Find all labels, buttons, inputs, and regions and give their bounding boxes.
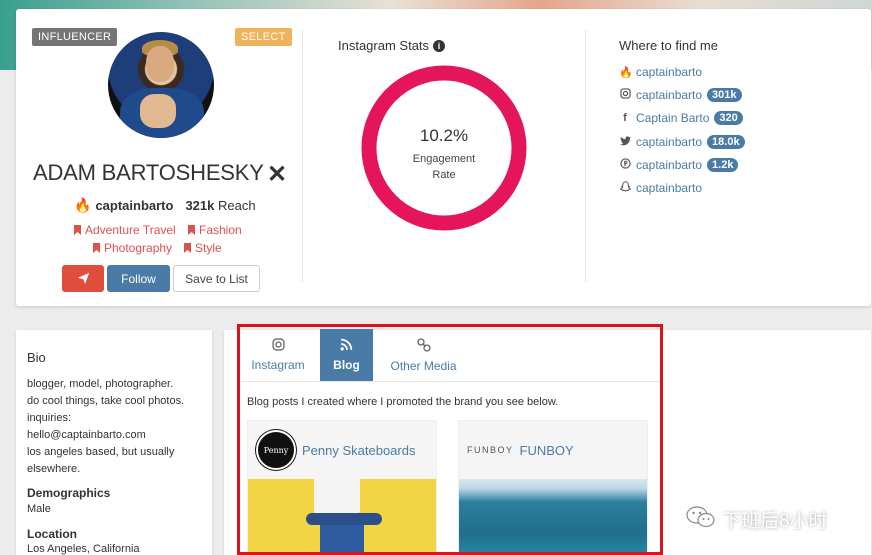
demographics-value: Male bbox=[27, 503, 51, 515]
watermark: 下班后8小时 bbox=[686, 505, 828, 534]
social-link-facebook[interactable]: f Captain Barto 320 bbox=[619, 111, 743, 125]
reach-value: 321k bbox=[185, 198, 215, 213]
bookmark-icon bbox=[93, 243, 100, 253]
divider bbox=[302, 30, 303, 282]
tag-fashion[interactable]: Fashion bbox=[188, 223, 242, 237]
wechat-icon bbox=[686, 505, 716, 534]
handle-reach-row: 🔥 captainbarto 321k Reach bbox=[74, 197, 256, 214]
divider bbox=[585, 30, 586, 282]
social-link-snapchat[interactable]: captainbarto bbox=[619, 181, 702, 195]
social-link-twitter[interactable]: captainbarto 18.0k bbox=[619, 135, 745, 149]
select-badge: SELECT bbox=[235, 28, 292, 46]
highlight-box bbox=[237, 324, 663, 555]
location-heading: Location bbox=[27, 527, 77, 541]
tag-photography[interactable]: Photography bbox=[93, 241, 172, 255]
reach-stat: 321k Reach bbox=[185, 198, 255, 213]
facebook-icon: f bbox=[623, 112, 627, 124]
social-link-blog[interactable]: 🔥 captainbarto bbox=[619, 65, 702, 79]
bookmark-icon bbox=[188, 225, 195, 235]
location-value: Los Angeles, California bbox=[27, 543, 140, 555]
flame-icon: 🔥 bbox=[74, 197, 92, 213]
follower-count-badge: 320 bbox=[714, 111, 743, 125]
pinterest-icon bbox=[619, 158, 631, 172]
tag-style[interactable]: Style bbox=[184, 241, 222, 255]
instagram-stats-title: Instagram Stats i bbox=[338, 38, 446, 53]
save-to-list-button[interactable]: Save to List bbox=[173, 265, 260, 292]
profile-name: ADAM BARTOSHESKY bbox=[33, 160, 264, 185]
engagement-rate-label-2: Rate bbox=[432, 169, 456, 181]
bio-text: blogger, model, photographer. do cool th… bbox=[27, 378, 185, 475]
avatar[interactable] bbox=[108, 32, 214, 138]
snapchat-icon bbox=[619, 181, 631, 195]
social-link-pinterest[interactable]: captainbarto 1.2k bbox=[619, 158, 739, 172]
demographics-heading: Demographics bbox=[27, 486, 111, 500]
send-message-button[interactable] bbox=[62, 265, 104, 292]
tag-adventure-travel[interactable]: Adventure Travel bbox=[74, 223, 176, 237]
bio-heading: Bio bbox=[27, 350, 46, 365]
bookmark-icon bbox=[74, 225, 81, 235]
follow-button[interactable]: Follow bbox=[107, 265, 170, 292]
info-icon[interactable]: i bbox=[433, 39, 446, 52]
engagement-rate-label: Engagement bbox=[412, 153, 476, 165]
follower-count-badge: 1.2k bbox=[707, 158, 739, 172]
instagram-icon bbox=[619, 88, 631, 102]
twitter-icon bbox=[619, 135, 631, 149]
engagement-rate: 10.2% Engagement Rate bbox=[364, 126, 524, 183]
influencer-badge: INFLUENCER bbox=[32, 28, 118, 46]
follower-count-badge: 18.0k bbox=[707, 135, 745, 149]
paper-plane-icon bbox=[77, 272, 89, 285]
engagement-rate-value: 10.2% bbox=[419, 126, 469, 145]
remove-influencer-button[interactable]: ✕ bbox=[267, 160, 287, 189]
profile-handle[interactable]: captainbarto bbox=[95, 198, 173, 213]
where-to-find-title: Where to find me bbox=[619, 38, 718, 53]
follower-count-badge: 301k bbox=[707, 88, 742, 102]
social-link-instagram[interactable]: captainbarto 301k bbox=[619, 88, 742, 102]
reach-label: Reach bbox=[218, 198, 256, 213]
bookmark-icon bbox=[184, 243, 191, 253]
flame-icon: 🔥 bbox=[619, 66, 633, 79]
